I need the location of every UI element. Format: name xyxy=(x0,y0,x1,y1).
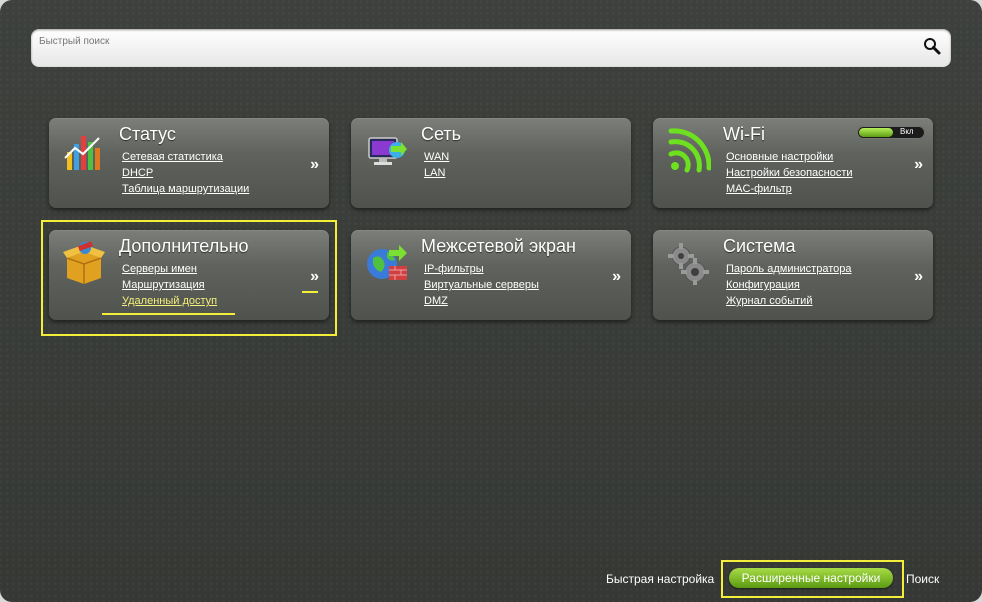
quick-search-bar xyxy=(31,29,951,67)
nav-quick-setup[interactable]: Быстрая настройка xyxy=(606,572,714,586)
wifi-icon xyxy=(668,128,711,173)
tile-links: Основные настройки Настройки безопасност… xyxy=(726,150,853,196)
link-basic-settings[interactable]: Основные настройки xyxy=(726,150,853,164)
link-virtual-servers[interactable]: Виртуальные серверы xyxy=(424,278,539,292)
link-admin-password[interactable]: Пароль администратора xyxy=(726,262,852,276)
link-mac-filter[interactable]: MAC-фильтр xyxy=(726,182,853,196)
remote-access-underline xyxy=(102,313,235,315)
system-gears-icon xyxy=(668,243,709,285)
tile-network: Сеть WAN LAN xyxy=(351,118,631,208)
link-wan[interactable]: WAN xyxy=(424,150,449,164)
tile-more-button[interactable]: » xyxy=(310,156,319,174)
tile-title: Сеть xyxy=(421,124,462,144)
nav-advanced-settings-button[interactable]: Расширенные настройки xyxy=(729,568,893,588)
link-lan[interactable]: LAN xyxy=(424,166,449,180)
tile-more-button[interactable]: » xyxy=(914,268,923,286)
tile-links: Сетевая статистика DHCP Таблица маршрути… xyxy=(122,150,249,196)
tile-links: WAN LAN xyxy=(424,150,449,180)
link-event-log[interactable]: Журнал событий xyxy=(726,294,852,308)
tile-more-button[interactable]: » xyxy=(914,156,923,174)
tile-title: Статус xyxy=(119,124,176,144)
tile-firewall: Межсетевой экран IP-фильтры Виртуальные … xyxy=(351,230,631,320)
tile-status: Статус Сетевая статистика DHCP Таблица м… xyxy=(49,118,329,208)
wifi-toggle[interactable]: Вкл xyxy=(857,126,925,139)
tile-title: Система xyxy=(723,236,796,256)
status-chart-icon xyxy=(64,136,100,170)
main-frame: Статус Сетевая статистика DHCP Таблица м… xyxy=(0,0,982,602)
tile-more-button[interactable]: » xyxy=(612,268,621,286)
link-configuration[interactable]: Конфигурация xyxy=(726,278,852,292)
toggle-label: Вкл xyxy=(900,127,914,136)
tile-title: Межсетевой экран xyxy=(421,236,576,256)
tile-system: Система Пароль администратора Конфигурац… xyxy=(653,230,933,320)
network-monitor-icon xyxy=(368,137,407,165)
link-ip-filters[interactable]: IP-фильтры xyxy=(424,262,539,276)
tile-title: Wi-Fi xyxy=(723,124,765,144)
link-network-statistics[interactable]: Сетевая статистика xyxy=(122,150,249,164)
tile-links: IP-фильтры Виртуальные серверы DMZ xyxy=(424,262,539,308)
firewall-globe-icon xyxy=(367,245,407,280)
link-dmz[interactable]: DMZ xyxy=(424,294,539,308)
search-icon[interactable] xyxy=(923,37,941,55)
tile-wifi: Wi-Fi Вкл Основные настройки Настройки б… xyxy=(653,118,933,208)
toggle-knob xyxy=(859,128,893,137)
advanced-tile-highlight xyxy=(41,220,337,336)
tile-links: Пароль администратора Конфигурация Журна… xyxy=(726,262,852,308)
quick-search-input[interactable] xyxy=(37,32,911,50)
arrow-underline xyxy=(302,291,318,293)
link-security-settings[interactable]: Настройки безопасности xyxy=(726,166,853,180)
link-routing-table[interactable]: Таблица маршрутизации xyxy=(122,182,249,196)
link-dhcp[interactable]: DHCP xyxy=(122,166,249,180)
nav-search[interactable]: Поиск xyxy=(906,572,939,586)
